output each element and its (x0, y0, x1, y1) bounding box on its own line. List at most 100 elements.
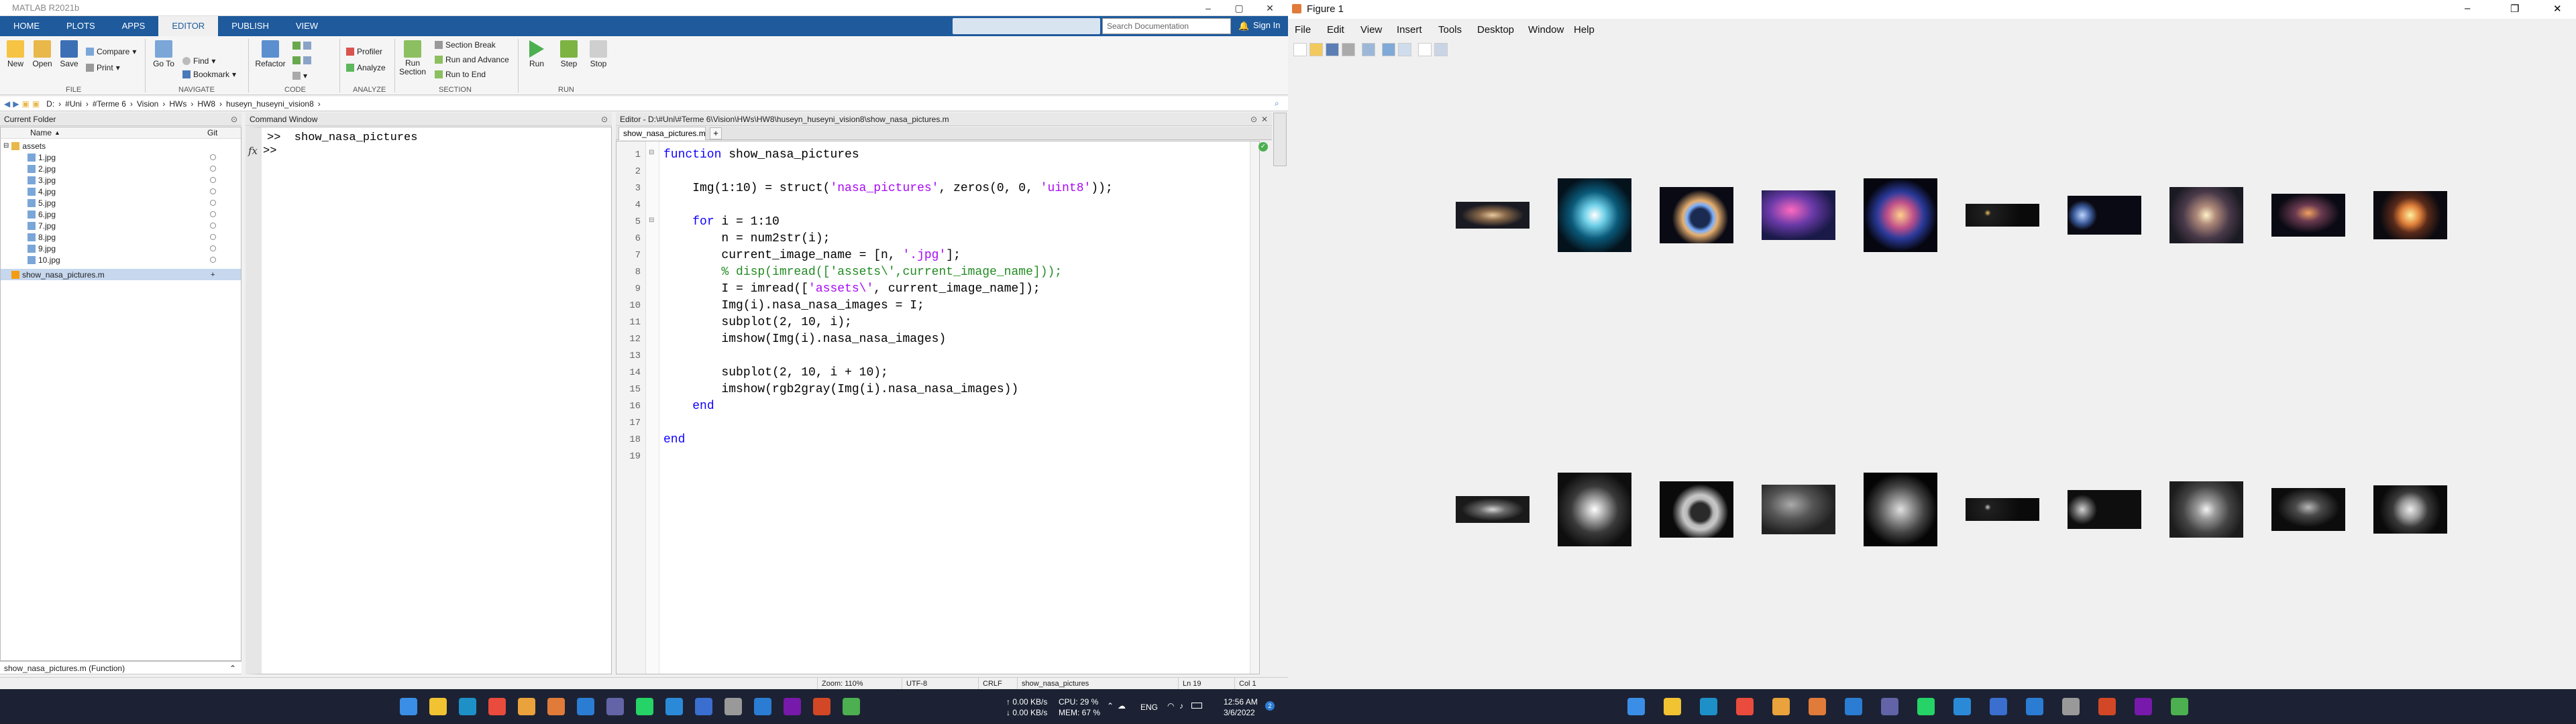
cloud-icon[interactable]: ☁ (1118, 701, 1126, 711)
tray-chevron-icon[interactable]: ⌃ (1107, 701, 1114, 711)
step-button[interactable]: Step (555, 40, 582, 68)
vscode-icon[interactable] (665, 698, 683, 715)
tab-apps[interactable]: APPS (109, 16, 159, 36)
app-icon[interactable] (2171, 698, 2188, 715)
color-image-axes[interactable] (1762, 190, 1835, 240)
minimize-icon[interactable]: – (2465, 3, 2470, 14)
file-row[interactable]: 8.jpg (1, 231, 241, 243)
clock-time[interactable]: 12:56 AM (1224, 697, 1258, 707)
analyze-button[interactable]: Analyze (346, 63, 386, 72)
breadcrumb-item[interactable]: D: (46, 99, 54, 109)
command-window-panel[interactable]: >> show_nasa_pictures fx >> (246, 127, 612, 674)
onenote-icon[interactable] (2135, 698, 2152, 715)
code-line[interactable]: for i = 1:10 (663, 214, 780, 231)
fold-icon[interactable]: ⊟ (649, 217, 654, 224)
breadcrumb-item[interactable]: #Terme 6 (93, 99, 126, 109)
code-line[interactable]: current_image_name = [n, '.jpg']; (663, 247, 960, 264)
code-line[interactable]: end (663, 432, 685, 448)
file-row[interactable]: 10.jpg (1, 254, 241, 265)
color-image-axes[interactable] (2373, 191, 2447, 239)
matlab-icon[interactable] (1809, 698, 1826, 715)
minimize-icon[interactable]: – (1193, 0, 1224, 16)
file-explorer-icon[interactable] (1664, 698, 1681, 715)
menu-desktop[interactable]: Desktop (1477, 24, 1514, 36)
forward-icon[interactable]: ▶ (13, 99, 19, 109)
save-figure-icon[interactable] (1326, 43, 1339, 56)
column-git[interactable]: Git (207, 128, 217, 137)
fold-icon[interactable]: ⊟ (649, 149, 654, 156)
menu-view[interactable]: View (1360, 24, 1382, 36)
color-image-axes[interactable] (1558, 178, 1631, 252)
vscode-icon[interactable] (1953, 698, 1971, 715)
grayscale-image-axes[interactable] (2068, 490, 2141, 529)
folder-row[interactable]: ⊟ assets (1, 140, 241, 152)
wifi-icon[interactable]: ◠ (1167, 701, 1174, 711)
stop-button[interactable]: Stop (585, 40, 612, 68)
notification-icon[interactable]: 🔔 (1238, 21, 1249, 32)
run-to-end-button[interactable]: Run to End (435, 70, 486, 79)
breadcrumb-item[interactable]: HWs (169, 99, 186, 109)
bookmark-button[interactable]: Bookmark ▾ (182, 70, 236, 79)
wrap-button[interactable]: ▾ (292, 71, 307, 80)
comment-button[interactable] (292, 42, 311, 50)
menu-help[interactable]: Help (1574, 24, 1595, 36)
color-image-axes[interactable] (1966, 204, 2039, 227)
save-button[interactable]: Save (58, 40, 80, 68)
menu-window[interactable]: Window (1528, 24, 1564, 36)
insert-legend-icon[interactable] (1398, 43, 1411, 56)
add-tab-button[interactable]: + (710, 127, 722, 139)
file-row[interactable]: 5.jpg (1, 197, 241, 208)
mail-icon[interactable] (754, 698, 771, 715)
code-line[interactable]: % disp(imread(['assets\',current_image_n… (663, 264, 1062, 281)
details-bar[interactable]: show_nasa_pictures.m (Function) ⌃ (0, 661, 241, 674)
color-image-axes[interactable] (1456, 202, 1529, 229)
print-figure-icon[interactable] (1342, 43, 1355, 56)
browse-folder-icon[interactable]: ▣ (32, 99, 40, 109)
whiteboard-icon[interactable] (1990, 698, 2007, 715)
color-image-axes[interactable] (1864, 178, 1937, 252)
new-figure-icon[interactable] (1293, 43, 1307, 56)
grayscale-image-axes[interactable] (2271, 488, 2345, 531)
run-button[interactable]: Run (523, 40, 550, 68)
editor-scrollbar[interactable] (1250, 141, 1259, 674)
chrome-icon[interactable] (488, 698, 506, 715)
search-icon[interactable]: ⌕ (1275, 99, 1279, 109)
app-icon[interactable] (2062, 698, 2080, 715)
code-line[interactable]: I = imread(['assets\', current_image_nam… (663, 281, 1040, 298)
code-line[interactable]: subplot(2, 10, i); (663, 314, 851, 331)
fx-icon[interactable]: fx (248, 145, 258, 157)
app-icon[interactable] (577, 698, 594, 715)
code-line[interactable]: subplot(2, 10, i + 10); (663, 365, 888, 381)
breadcrumb-item[interactable]: Vision (137, 99, 158, 109)
matlab-icon[interactable] (547, 698, 565, 715)
grayscale-image-axes[interactable] (1660, 481, 1733, 538)
file-row[interactable]: 7.jpg (1, 220, 241, 231)
grayscale-image-axes[interactable] (1456, 496, 1529, 523)
powerpoint-icon[interactable] (813, 698, 830, 715)
grayscale-image-axes[interactable] (2373, 485, 2447, 534)
up-folder-icon[interactable]: ▣ (21, 99, 29, 109)
maximize-icon[interactable]: ▢ (1224, 0, 1254, 16)
tab-plots[interactable]: PLOTS (53, 16, 109, 36)
code-analyzer-ok-icon[interactable]: ✓ (1258, 142, 1268, 152)
file-row[interactable]: 9.jpg (1, 243, 241, 254)
edit-plot-arrow-icon[interactable] (1418, 43, 1432, 56)
goto-button[interactable]: Go To (150, 40, 177, 68)
grayscale-image-axes[interactable] (1966, 498, 2039, 521)
onenote-icon[interactable] (784, 698, 801, 715)
expand-icon[interactable]: ⊟ (3, 142, 9, 149)
tab-view[interactable]: VIEW (282, 16, 331, 36)
indent-button[interactable] (292, 56, 311, 64)
code-line[interactable]: end (663, 398, 714, 415)
whatsapp-icon[interactable] (636, 698, 653, 715)
sort-arrow-icon[interactable]: ▲ (54, 129, 60, 136)
file-row[interactable]: 2.jpg (1, 163, 241, 174)
code-line[interactable]: imshow(Img(i).nasa_nasa_images) (663, 331, 946, 348)
chrome-icon[interactable] (1736, 698, 1754, 715)
refactor-button[interactable]: Refactor (254, 40, 287, 68)
grayscale-image-axes[interactable] (2169, 481, 2243, 538)
teams-icon[interactable] (606, 698, 624, 715)
editor-tab[interactable]: show_nasa_pictures.m ✕ (619, 127, 706, 151)
file-row[interactable]: 1.jpg (1, 152, 241, 163)
command-prompt[interactable]: >> (263, 145, 276, 158)
